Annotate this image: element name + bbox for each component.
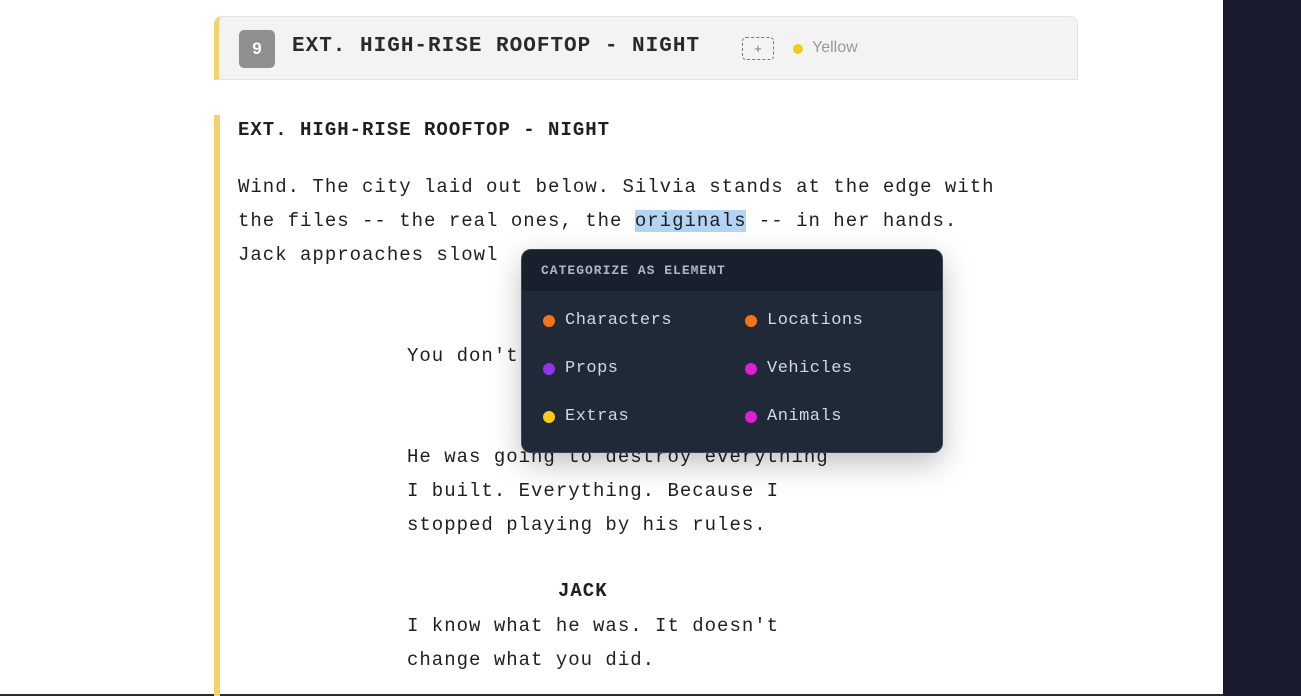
- characters-dot-icon: [543, 314, 555, 327]
- scene-heading[interactable]: EXT. HIGH-RISE ROOFTOP - NIGHT: [238, 119, 610, 141]
- category-extras-option[interactable]: Extras: [543, 407, 629, 426]
- popup-title: CATEGORIZE AS ELEMENT: [522, 250, 942, 291]
- option-label: Locations: [767, 311, 864, 330]
- dialogue-line[interactable]: You don't: [407, 339, 519, 373]
- option-label: Props: [565, 359, 619, 378]
- action-line-3[interactable]: Jack approaches slowl: [238, 238, 498, 272]
- option-label: Vehicles: [767, 359, 853, 378]
- category-vehicles-option[interactable]: Vehicles: [745, 359, 853, 378]
- scene-title[interactable]: EXT. HIGH-RISE ROOFTOP - NIGHT: [292, 35, 700, 58]
- dialogue-line[interactable]: I built. Everything. Because I: [407, 474, 779, 508]
- option-label: Extras: [565, 407, 630, 426]
- scene-color-label[interactable]: Yellow: [812, 39, 858, 57]
- dialogue-line[interactable]: stopped playing by his rules.: [407, 508, 767, 542]
- action-line-1[interactable]: Wind. The city laid out below. Silvia st…: [238, 170, 995, 204]
- character-name[interactable]: JACK: [558, 580, 608, 602]
- dialogue-line[interactable]: I know what he was. It doesn't: [407, 609, 779, 643]
- props-dot-icon: [543, 362, 555, 375]
- category-locations-option[interactable]: Locations: [745, 311, 863, 330]
- selected-text[interactable]: originals: [634, 210, 747, 232]
- category-characters-option[interactable]: Characters: [543, 311, 672, 330]
- scene-accent-bar: [214, 115, 220, 696]
- extras-dot-icon: [543, 410, 555, 423]
- animals-dot-icon: [745, 410, 757, 423]
- scene-number-badge: 9: [239, 30, 275, 68]
- add-tag-button[interactable]: +: [742, 37, 774, 60]
- option-label: Animals: [767, 407, 842, 426]
- category-props-option[interactable]: Props: [543, 359, 619, 378]
- right-side-panel: [1223, 0, 1301, 696]
- action-line-2[interactable]: the files -- the real ones, the original…: [238, 204, 957, 238]
- scene-color-dot-icon: [793, 44, 803, 54]
- action-text: -- in her hands.: [746, 210, 958, 232]
- dialogue-line[interactable]: change what you did.: [407, 643, 655, 677]
- option-label: Characters: [565, 311, 673, 330]
- categorize-popup: CATEGORIZE AS ELEMENT Characters Locatio…: [521, 249, 943, 453]
- scene-header[interactable]: 9 EXT. HIGH-RISE ROOFTOP - NIGHT + Yello…: [214, 16, 1078, 80]
- vehicles-dot-icon: [745, 362, 757, 375]
- category-animals-option[interactable]: Animals: [745, 407, 842, 426]
- locations-dot-icon: [745, 314, 757, 327]
- action-text: the files -- the real ones, the: [238, 210, 635, 232]
